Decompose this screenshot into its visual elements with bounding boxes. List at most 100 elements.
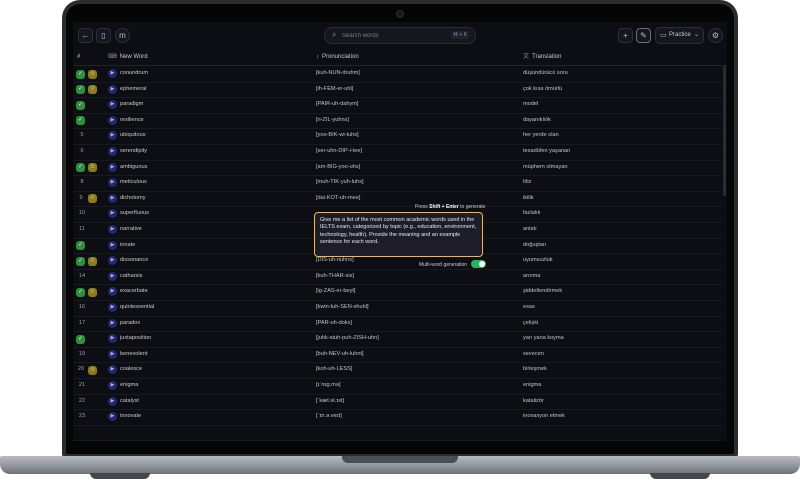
play-audio-icon[interactable]: ▶ <box>108 100 117 110</box>
word-cell[interactable]: ephemeral <box>120 82 260 98</box>
table-row[interactable]: ☆ 9 ▶ dichotomy [dai-KOT-uh-mee] ikilik <box>73 191 721 208</box>
settings-gear-icon[interactable]: ⚙ <box>708 28 723 43</box>
table-row[interactable]: ✓ ▶ juxtaposition [juhk-stuh-puh-ZISH-uhn] y… <box>73 331 721 348</box>
play-audio-icon[interactable]: ▶ <box>108 256 117 266</box>
play-audio-icon[interactable]: ▶ <box>108 193 117 203</box>
table-row[interactable]: 6 ▶ serendipity [ser-uhn-DIP-i-tee] tesadüfe… <box>73 144 721 161</box>
table-row[interactable]: ✓ ☆ ▶ ambiguous [am-BIG-yoo-uhs] müphem olmay… <box>73 160 721 177</box>
play-audio-icon[interactable]: ▶ <box>108 84 117 94</box>
play-audio-icon[interactable]: ▶ <box>108 412 117 422</box>
play-audio-icon[interactable]: ▶ <box>108 209 117 219</box>
word-cell[interactable]: dissonance <box>120 253 260 269</box>
play-audio-icon[interactable]: ▶ <box>108 287 117 297</box>
star-icon[interactable]: ☆ <box>88 85 97 95</box>
word-cell[interactable]: superfluous <box>120 206 260 222</box>
practice-dropdown[interactable]: ▭ Practice ⌄ <box>655 27 704 44</box>
back-arrow-icon[interactable]: ← <box>78 28 93 43</box>
play-audio-icon[interactable]: ▶ <box>108 162 117 172</box>
search-box[interactable]: ⌕ ⌘ + K <box>324 27 476 44</box>
row-number: 11 <box>79 226 85 232</box>
checkmark-icon[interactable]: ✓ <box>76 334 85 344</box>
play-audio-icon[interactable]: ▶ <box>108 381 117 390</box>
prompt-textarea[interactable]: Give me a list of the most common academ… <box>314 212 483 257</box>
play-audio-icon[interactable]: ▶ <box>108 365 117 375</box>
word-cell[interactable]: catalyst <box>120 394 260 410</box>
play-audio-icon[interactable]: ▶ <box>108 225 117 234</box>
add-icon[interactable]: + <box>618 28 633 43</box>
table-row[interactable]: 16 ▶ quintessential [kwin-tuh-SEN-shuhl] esa… <box>73 300 721 317</box>
word-cell[interactable]: resilience <box>120 113 260 129</box>
sidebar-toggle-icon[interactable]: ▯ <box>96 28 111 43</box>
table-row[interactable]: 14 ▶ catharsis [kuh-THAR-sis] arınma <box>73 269 721 286</box>
pronunciation-cell: [yoo-BIK-wi-tuhs] <box>316 132 359 139</box>
table-row[interactable]: ✓ ☆ ▶ exacerbate [ig-ZAS-er-beyt] şiddetlendi… <box>73 284 721 301</box>
checkmark-icon[interactable]: ✓ <box>76 85 85 95</box>
word-cell[interactable]: juxtaposition <box>120 331 260 347</box>
checkmark-icon[interactable]: ✓ <box>76 116 85 126</box>
table-row[interactable]: ✓ ▶ paradigm [PAIR-uh-dahym] model <box>73 97 721 114</box>
word-cell[interactable]: enigma <box>120 378 260 394</box>
magic-wand-icon[interactable]: ✎ <box>636 28 651 43</box>
pronunciation-cell: [koh-uh-LESS] <box>316 366 353 373</box>
table-row[interactable]: 8 ▶ meticulous [muh-TIK-yuh-luhs] titiz <box>73 175 721 192</box>
star-icon[interactable]: ☆ <box>88 69 97 79</box>
play-audio-icon[interactable]: ▶ <box>108 271 117 281</box>
star-icon[interactable]: ☆ <box>88 365 97 375</box>
column-header-translation[interactable]: 文 Translation <box>523 49 561 65</box>
word-cell[interactable]: paradigm <box>120 97 260 113</box>
word-cell[interactable]: narrative <box>120 222 260 238</box>
word-cell[interactable]: innate <box>120 238 260 254</box>
word-cell[interactable]: exacerbate <box>120 284 260 300</box>
word-cell[interactable]: ambiguous <box>120 160 260 176</box>
column-header-word[interactable]: ⌨ New Word <box>108 49 148 65</box>
word-cell[interactable]: meticulous <box>120 175 260 191</box>
table-row[interactable]: 23 ▶ innovate [ˈɪn.ə.veɪt] inovasyon etmek <box>73 409 721 426</box>
play-audio-icon[interactable]: ▶ <box>108 334 117 344</box>
word-cell[interactable] <box>120 425 260 441</box>
word-cell[interactable]: paradox <box>120 316 260 332</box>
word-cell[interactable]: catharsis <box>120 269 260 285</box>
play-audio-icon[interactable]: ▶ <box>108 69 117 78</box>
table-row[interactable]: 5 ▶ ubiquitous [yoo-BIK-wi-tuhs] her yerde o… <box>73 128 721 145</box>
word-cell[interactable]: conundrum <box>120 66 260 82</box>
play-audio-icon[interactable]: ▶ <box>108 396 117 406</box>
play-audio-icon[interactable]: ▶ <box>108 318 117 328</box>
word-cell[interactable]: innovate <box>120 409 260 425</box>
star-icon[interactable]: ☆ <box>88 287 97 297</box>
play-audio-icon[interactable]: ▶ <box>108 240 117 250</box>
play-audio-icon[interactable]: ▶ <box>108 147 117 156</box>
word-cell[interactable]: benevolent <box>120 347 260 363</box>
table-row[interactable]: 19 ▶ benevolent [buh-NEV-uh-luhnt] sevecen <box>73 347 721 364</box>
word-cell[interactable]: ubiquitous <box>120 128 260 144</box>
checkmark-icon[interactable]: ✓ <box>76 287 85 297</box>
table-row[interactable]: 21 ▶ enigma [ɪˈnɪɡ.mə] enigma <box>73 378 721 395</box>
scrollbar[interactable] <box>723 66 726 196</box>
table-row[interactable]: ✓ ▶ resilience [ri-ZIL-yuhns] dayanıklılık <box>73 113 721 130</box>
table-row[interactable]: ☆ 20 ▶ coalesce [koh-uh-LESS] birleşmek <box>73 362 721 379</box>
word-cell[interactable]: coalesce <box>120 362 260 378</box>
column-header-pronunciation[interactable]: ♪ Pronunciation <box>316 49 359 65</box>
table-row[interactable]: 22 ▶ catalyst [ˈkæt.əl.ɪst] katalizör <box>73 394 721 411</box>
search-input[interactable] <box>342 30 442 41</box>
play-audio-icon[interactable]: ▶ <box>108 303 117 312</box>
multi-word-toggle[interactable] <box>471 260 486 268</box>
star-icon[interactable]: ☆ <box>88 194 97 204</box>
star-icon[interactable]: ☆ <box>88 256 97 266</box>
checkmark-icon[interactable]: ✓ <box>76 69 85 79</box>
play-audio-icon[interactable]: ▶ <box>108 349 117 359</box>
play-audio-icon[interactable]: ▶ <box>108 178 117 188</box>
word-cell[interactable]: quintessential <box>120 300 260 316</box>
play-audio-icon[interactable]: ▶ <box>108 131 117 141</box>
checkmark-icon[interactable]: ✓ <box>76 256 85 266</box>
checkmark-icon[interactable]: ✓ <box>76 100 85 110</box>
word-cell[interactable]: serendipity <box>120 144 260 160</box>
checkmark-icon[interactable]: ✓ <box>76 241 85 251</box>
table-row[interactable]: ✓ ☆ ▶ conundrum [kuh-NUN-druhm] düşündürücü s… <box>73 66 721 83</box>
checkmark-icon[interactable]: ✓ <box>76 163 85 173</box>
table-row[interactable]: 17 ▶ paradox [PAR-uh-doks] çelişki <box>73 316 721 333</box>
table-row[interactable]: ✓ ☆ ▶ ephemeral [ih-FEM-er-uhl] çok kısa ömür… <box>73 82 721 99</box>
star-icon[interactable]: ☆ <box>88 163 97 173</box>
table-row[interactable] <box>73 425 721 441</box>
play-audio-icon[interactable]: ▶ <box>108 115 117 125</box>
word-cell[interactable]: dichotomy <box>120 191 260 207</box>
